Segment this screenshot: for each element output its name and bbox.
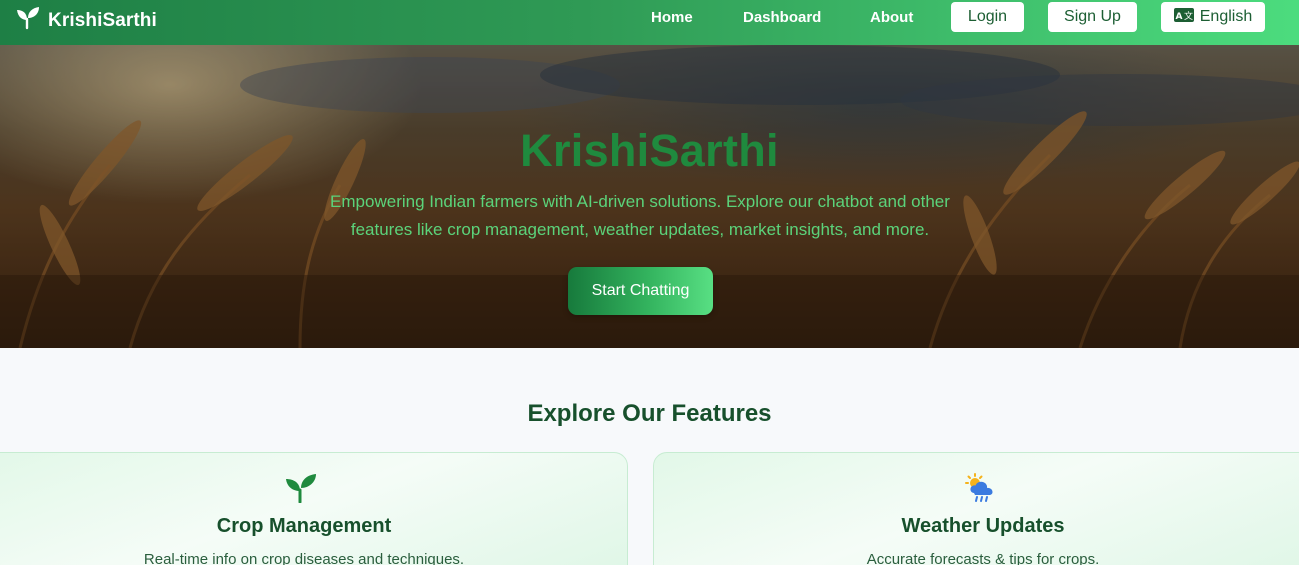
feature-card-title: Weather Updates	[901, 515, 1065, 537]
language-selector[interactable]: A 文 English	[1161, 2, 1265, 32]
feature-card-description: Real-time info on crop diseases and tech…	[143, 551, 465, 565]
brand-logo[interactable]: KrishiSarthi	[16, 6, 157, 35]
login-button[interactable]: Login	[951, 2, 1024, 32]
hero-title: KrishiSarthi	[520, 125, 779, 176]
weather-icon	[964, 473, 998, 508]
nav-link-home[interactable]: Home	[651, 9, 693, 26]
translate-icon: A 文	[1173, 7, 1194, 27]
language-label: English	[1199, 8, 1253, 25]
translate-icon-glyph-b: 文	[1184, 10, 1193, 22]
top-navbar: KrishiSarthi Home Dashboard About Login …	[0, 0, 1299, 45]
nav-link-about[interactable]: About	[870, 9, 913, 26]
feature-card-crop-management[interactable]: Crop Management Real-time info on crop d…	[0, 452, 628, 565]
sprout-icon	[285, 473, 317, 508]
hero-subtitle: Empowering Indian farmers with AI-driven…	[330, 192, 950, 239]
start-chatting-button[interactable]: Start Chatting	[568, 267, 713, 315]
signup-button[interactable]: Sign Up	[1048, 2, 1137, 32]
nav-link-dashboard[interactable]: Dashboard	[743, 9, 821, 26]
translate-icon-glyph-a: A	[1175, 12, 1182, 22]
feature-card-weather-updates[interactable]: Weather Updates Accurate forecasts & tip…	[653, 452, 1299, 565]
feature-card-description: Accurate forecasts & tips for crops.	[866, 551, 1100, 565]
feature-card-title: Crop Management	[216, 515, 392, 537]
hero-section: KrishiSarthi Empowering Indian farmers w…	[0, 45, 1299, 348]
brand-name: KrishiSarthi	[48, 9, 157, 31]
features-heading: Explore Our Features	[527, 400, 772, 427]
sprout-icon	[16, 6, 40, 35]
